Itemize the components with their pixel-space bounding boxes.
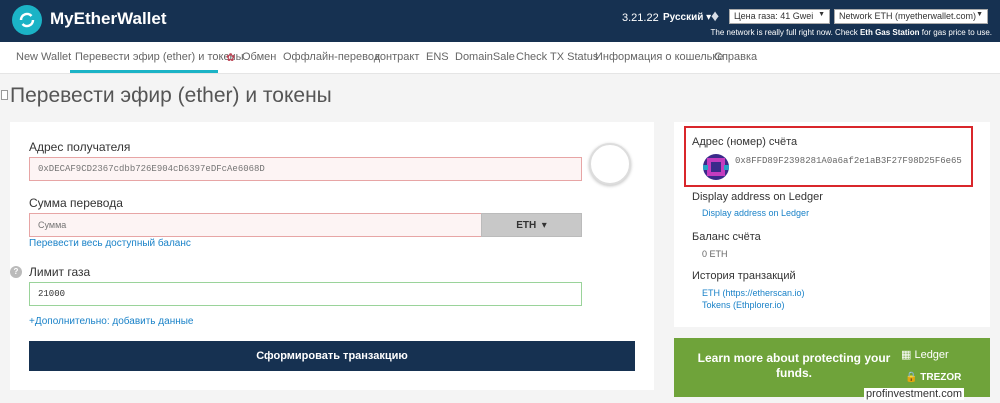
nav-contracts[interactable]: контракт [375,51,419,63]
transaction-history-label: История транзакций [692,270,796,282]
help-icon[interactable]: ? [10,266,22,278]
recipient-address-input[interactable] [29,157,582,181]
network-label: Network ETH (myetherwallet.com) [839,11,977,21]
chevron-down-icon: ▼ [818,11,825,18]
network-select[interactable]: Network ETH (myetherwallet.com) ▼ [834,9,988,24]
ledger-logo: ▦ Ledger [901,349,949,361]
advanced-data-link[interactable]: +Дополнительно: добавить данные [29,316,193,327]
language-label: Русский [663,12,704,23]
chevron-down-icon: ▼ [976,11,983,18]
main-nav: New Wallet Перевести эфир (ether) и токе… [0,42,1000,74]
nav-help[interactable]: Справка [714,51,757,63]
generate-transaction-button[interactable]: Сформировать транзакцию [29,341,635,371]
swap-icon: ✿ [226,52,236,64]
currency-label: ETH [516,220,537,231]
send-entire-balance-link[interactable]: Перевести весь доступный баланс [29,238,191,249]
eth-gas-station-link[interactable]: Eth Gas Station [860,28,920,37]
ethereum-icon: ♦ [711,8,720,25]
version-label: 3.21.22 [622,12,659,24]
gas-price-select[interactable]: Цена газа: 41 Gwei ▼ [729,9,830,24]
account-identicon [703,154,729,180]
currency-select[interactable]: ETH ▾ [481,213,582,237]
brand-name[interactable]: MyEtherWallet [50,9,167,29]
chevron-down-icon: ▾ [538,220,547,231]
mew-logo-icon[interactable] [12,5,42,35]
ethplorer-link[interactable]: Tokens (Ethplorer.io) [702,300,785,310]
recipient-identicon [589,143,631,185]
nav-new-wallet[interactable]: New Wallet [16,51,71,63]
nav-active-indicator [70,70,218,73]
balance-label: Баланс счёта [692,231,761,243]
nav-offline[interactable]: Оффлайн-перевод [283,51,380,63]
balance-value: 0 ETH [702,249,728,259]
display-on-ledger-link[interactable]: Display address on Ledger [702,208,809,218]
etherscan-link[interactable]: ETH (https://etherscan.io) [702,288,805,298]
network-notice: The network is really full right now. Ch… [710,28,992,37]
nav-check-tx[interactable]: Check TX Status [516,51,598,63]
trezor-logo: 🔒 TREZOR [905,372,962,383]
ledger-display-label: Display address on Ledger [692,191,823,203]
gas-limit-label: Лимит газа [29,265,91,279]
recipient-label: Адрес получателя [29,140,131,154]
site-watermark: profinvestment.com [864,388,964,400]
nav-domainsale[interactable]: DomainSale [455,51,515,63]
amount-input[interactable] [29,213,482,237]
promo-text: Learn more about protecting your funds. [697,351,891,380]
title-checkbox [1,90,8,100]
top-header: MyEtherWallet 3.21.22 Русский ▾ ♦ Цена г… [0,0,1000,42]
nav-send[interactable]: Перевести эфир (ether) и токены [75,51,244,63]
account-address-label: Адрес (номер) счёта [692,136,798,148]
nav-swap[interactable]: Обмен [242,51,276,63]
page-title: Перевести эфир (ether) и токены [10,84,332,107]
nav-wallet-info[interactable]: Информация о кошельке [595,51,723,63]
account-address-value: 0x8FFD89F2398281A0a6af2e1aB3F27F98D25F6e… [735,156,962,166]
amount-label: Сумма перевода [29,196,123,210]
nav-ens[interactable]: ENS [426,51,449,63]
language-select[interactable]: Русский ▾ [663,12,711,23]
gas-limit-input[interactable] [29,282,582,306]
gas-price-label: Цена газа: 41 Gwei [734,11,814,21]
